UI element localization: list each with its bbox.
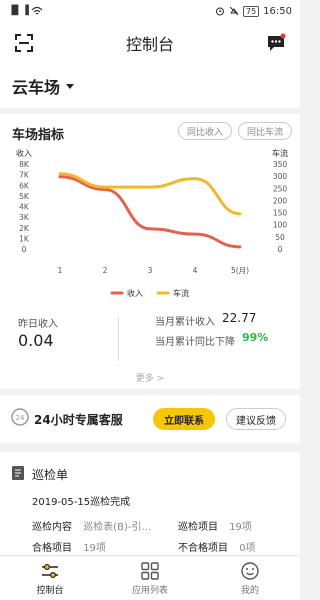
inspection-content: 巡检内容 巡检表(B)-引... — [32, 518, 151, 533]
y-tick-left: 8K — [19, 160, 30, 169]
inspection-status: 2019-05-15巡检完成 — [32, 497, 131, 508]
inspection-title: 巡检单 — [32, 468, 69, 482]
y-tick-left: 6K — [19, 181, 30, 190]
kv-value: 19项 — [83, 543, 106, 554]
nav-label: 我的 — [240, 585, 259, 596]
kv-label: 巡检内容 — [32, 522, 72, 533]
smile-icon — [241, 561, 259, 580]
clock: 16:50 — [263, 5, 292, 17]
grid-icon — [141, 561, 159, 580]
scan-icon[interactable] — [14, 33, 34, 53]
nav-label: 应用列表 — [131, 585, 168, 596]
kv-value: 19项 — [229, 522, 252, 533]
legend-label: 收入 — [127, 288, 143, 298]
x-tick-label: 2 — [103, 266, 108, 275]
income-yoy-button[interactable]: 同比收入 — [178, 122, 232, 140]
service-card: 24 24小时专属客服 立即联系 建议反馈 — [0, 395, 300, 443]
y-tick-left: 7K — [19, 171, 30, 180]
x-tick-label: 4 — [193, 266, 198, 275]
inspection-card[interactable]: 巡检单 2019-05-15巡检完成 巡检内容 巡检表(B)-引... 巡检项目… — [0, 452, 300, 555]
contact-now-button[interactable]: 立即联系 — [153, 408, 215, 430]
series-line-flow — [58, 172, 242, 216]
nav-item-apps[interactable]: 应用列表 — [100, 556, 200, 600]
x-tick-label: 3 — [148, 266, 153, 275]
status-bar: ▐▌▐ 75 16:50 — [0, 0, 300, 22]
y-tick-right: 100 — [273, 221, 288, 230]
indicators-chart: 收入 车流 8K7K6K5K4K3K2K1K0 3503002502001501… — [16, 148, 288, 298]
y-tick-left: 4K — [19, 203, 30, 212]
y-tick-right: 150 — [273, 209, 288, 218]
inspection-items: 巡检项目 19项 — [178, 518, 252, 533]
unqualified-items: 不合格项目 0项 — [178, 539, 256, 554]
y-tick-left: 5K — [19, 192, 30, 201]
nav-label: 控制台 — [36, 585, 64, 596]
kv-value: 0项 — [239, 543, 256, 554]
y-tick-right: 200 — [273, 196, 288, 205]
top-bar: 控制台 — [0, 22, 300, 64]
x-tick-label: 1 — [58, 266, 63, 275]
nav-item-console[interactable]: 控制台 — [0, 556, 100, 600]
kv-label: 不合格项目 — [178, 543, 228, 554]
feedback-button[interactable]: 建议反馈 — [226, 408, 286, 430]
status-icons-right: 75 16:50 — [215, 5, 292, 17]
nav-item-mine[interactable]: 我的 — [200, 556, 300, 600]
y-tick-left: 1K — [19, 234, 30, 243]
month-yoy-label: 当月累计同比下降 — [155, 337, 235, 348]
month-income-value: 22.77 — [222, 311, 257, 325]
stats-divider — [118, 317, 119, 361]
sliders-icon — [42, 563, 58, 578]
indicators-title: 车场指标 — [12, 128, 65, 143]
yesterday-income-label: 昨日收入 — [18, 319, 58, 330]
svg-text:24: 24 — [16, 414, 25, 422]
page-title: 控制台 — [125, 35, 174, 54]
y-tick-left: 3K — [19, 213, 30, 222]
mute-icon — [229, 6, 239, 16]
kv-label: 巡检项目 — [178, 522, 218, 533]
y-tick-left: 0 — [22, 245, 27, 254]
kv-label: 合格项目 — [32, 543, 72, 554]
service-title: 24小时专属客服 — [34, 413, 123, 427]
y-tick-left: 2K — [19, 224, 30, 233]
kv-value: 巡检表(B)-引... — [83, 522, 151, 533]
y-tick-right: 250 — [273, 184, 288, 193]
y-tick-right: 350 — [273, 160, 288, 169]
signal-icon: ▐▌▐ — [8, 6, 29, 16]
document-icon — [12, 466, 24, 480]
bottom-nav: 控制台 应用列表 我的 — [0, 555, 300, 600]
alarm-icon — [215, 7, 224, 16]
chevron-down-icon — [66, 83, 75, 89]
farm-selector[interactable]: 云车场 — [0, 64, 300, 108]
y-tick-right: 0 — [278, 245, 283, 254]
yesterday-income-value: 0.04 — [18, 331, 54, 350]
legend-label: 车流 — [173, 288, 189, 298]
wifi-icon — [31, 6, 43, 15]
y-tick-right: 50 — [275, 233, 285, 242]
indicators-card: 车场指标 同比收入 同比车流 收入 车流 8K 7K 6K 5K 4K 3K 2K 1K 0 3… — [0, 114, 300, 389]
month-income-label: 当月累计收入 — [155, 317, 215, 328]
message-icon[interactable] — [266, 33, 286, 53]
qualified-items: 合格项目 19项 — [32, 539, 106, 554]
more-link[interactable]: 更多 > — [0, 367, 300, 387]
month-yoy-value: 99% — [242, 331, 269, 344]
x-tick-label: 5(月) — [231, 266, 249, 275]
stats-block: 昨日收入 0.04 当月累计收入 22.77 当月累计同比下降 99% — [0, 309, 300, 364]
farm-name: 云车场 — [12, 78, 61, 97]
y-axis-label-right: 车流 — [272, 148, 288, 158]
battery-indicator: 75 — [242, 5, 260, 17]
status-icons-left: ▐▌▐ — [8, 6, 43, 16]
y-axis-label-left: 收入 — [16, 148, 32, 158]
headset-24-icon: 24 — [11, 408, 29, 426]
flow-yoy-button[interactable]: 同比车流 — [238, 122, 292, 140]
y-tick-right: 300 — [273, 172, 288, 181]
